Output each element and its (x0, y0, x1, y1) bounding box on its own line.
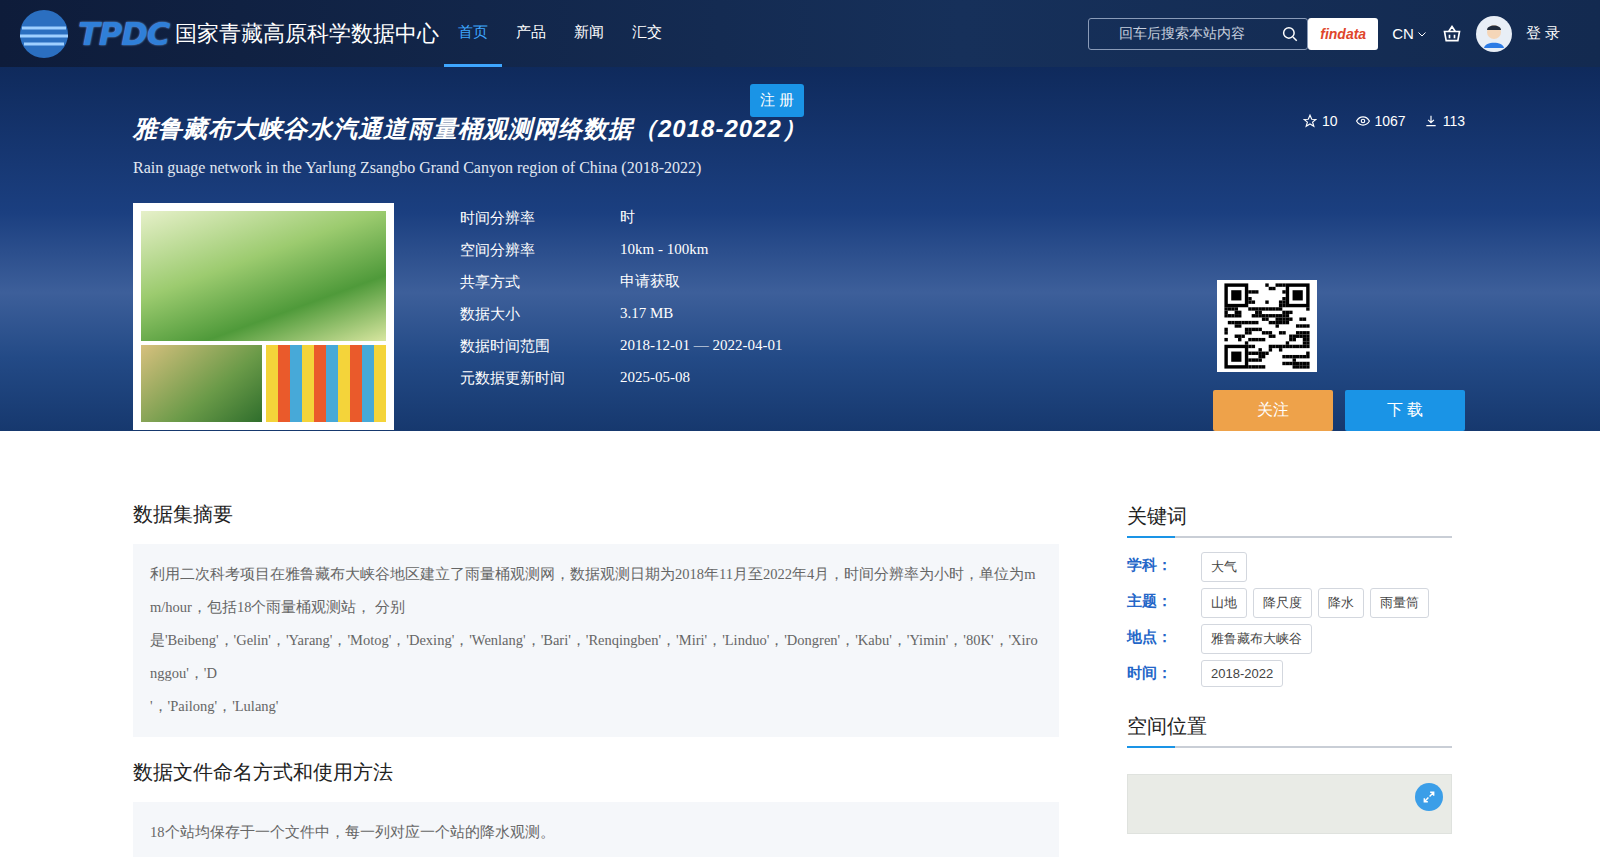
findata-button[interactable]: findata (1308, 18, 1378, 50)
keyword-tag[interactable]: 山地 (1201, 588, 1247, 618)
keyword-tag[interactable]: 大气 (1201, 552, 1247, 582)
paragraph: '，'Pailong'，'Lulang' (150, 690, 1042, 723)
keyword-row: 地点： 雅鲁藏布大峡谷 (1127, 624, 1452, 654)
logo-name: 国家青藏高原科学数据中心 (175, 19, 439, 49)
stat: 113 (1424, 113, 1465, 129)
download-icon (1424, 114, 1438, 128)
keywords-title: 关键词 (1127, 503, 1452, 538)
expand-button[interactable] (1415, 783, 1443, 811)
keyword-label: 主题： (1127, 588, 1193, 611)
info-label: 数据时间范围 (460, 335, 620, 356)
location-map[interactable] (1127, 774, 1452, 834)
follow-button[interactable]: 关注 (1213, 390, 1333, 431)
info-value: 2018-12-01 — 2022-04-01 (620, 335, 782, 356)
info-value: 申请获取 (620, 271, 782, 292)
info-label: 元数据更新时间 (460, 367, 620, 388)
language-switch[interactable]: CN (1392, 25, 1428, 42)
qr-code-icon (1217, 280, 1317, 372)
info-table: 时间分辨率时空间分辨率10km - 100km共享方式申请获取数据大小3.17 … (460, 203, 782, 430)
expand-icon (1422, 790, 1436, 804)
dataset-subtitle: Rain guage network in the Yarlung Zsangb… (133, 159, 1185, 177)
keyword-row: 主题： 山地降尺度降水雨量筒 (1127, 588, 1452, 618)
keyword-tag[interactable]: 雅鲁藏布大峡谷 (1201, 624, 1312, 654)
info-value: 3.17 MB (620, 303, 782, 324)
info-label: 空间分辨率 (460, 239, 620, 260)
content-section: 数据文件命名方式和使用方法 18个站均保存于一个文件中，每一列对应一个站的降水观测… (133, 759, 1059, 857)
nav-item[interactable]: 汇交 (618, 0, 676, 67)
register-button[interactable]: 注 册 (750, 84, 804, 117)
stat: 1067 (1356, 113, 1406, 129)
keyword-tag[interactable]: 降尺度 (1253, 588, 1312, 618)
stat: 10 (1303, 113, 1338, 129)
download-button[interactable]: 下 载 (1345, 390, 1465, 431)
section-body: 利用二次科考项目在雅鲁藏布大峡谷地区建立了雨量桶观测网，数据观测日期为2018年… (133, 544, 1059, 737)
info-label: 数据大小 (460, 303, 620, 324)
keyword-label: 时间： (1127, 660, 1193, 683)
keyword-row: 时间： 2018-2022 (1127, 660, 1452, 687)
nav-item[interactable]: 首页 (444, 0, 502, 67)
section-title: 数据集摘要 (133, 501, 1059, 528)
paragraph: 利用二次科考项目在雅鲁藏布大峡谷地区建立了雨量桶观测网，数据观测日期为2018年… (150, 558, 1042, 624)
user-icon (1480, 20, 1508, 48)
nav-item[interactable]: 新闻 (560, 0, 618, 67)
eye-icon (1356, 114, 1370, 128)
search-field[interactable]: 回车后搜索本站内容 (1088, 18, 1308, 50)
section-body: 18个站均保存于一个文件中，每一列对应一个站的降水观测。 (133, 802, 1059, 857)
section-title: 数据文件命名方式和使用方法 (133, 759, 1059, 786)
space-title: 空间位置 (1127, 713, 1452, 748)
keyword-label: 学科： (1127, 552, 1193, 575)
stats: 10 1067 113 (1303, 113, 1465, 129)
keyword-label: 地点： (1127, 624, 1193, 647)
info-label: 时间分辨率 (460, 207, 620, 228)
info-value: 2025-05-08 (620, 367, 782, 388)
nav-item[interactable]: 产品 (502, 0, 560, 67)
logo-mark: TPDC (78, 15, 169, 53)
top-bar: TPDC国家青藏高原科学数据中心首页产品新闻汇交 回车后搜索本站内容findata… (0, 0, 1600, 67)
info-label: 共享方式 (460, 271, 620, 292)
star-icon (1303, 114, 1317, 128)
search-icon[interactable] (1281, 25, 1299, 43)
info-value: 10km - 100km (620, 239, 782, 260)
logo[interactable]: TPDC国家青藏高原科学数据中心 (16, 6, 444, 62)
dataset-thumbnail[interactable] (133, 203, 394, 430)
dataset-hero: 注 册雅鲁藏布大峡谷水汽通道雨量桶观测网络数据（2018-2022） Rain g… (0, 67, 1600, 431)
login-link[interactable]: 登 录 (1526, 24, 1560, 43)
keyword-tag[interactable]: 降水 (1318, 588, 1364, 618)
keyword-tag[interactable]: 雨量筒 (1370, 588, 1429, 618)
basket-icon[interactable] (1442, 24, 1462, 44)
keyword-tag[interactable]: 2018-2022 (1201, 660, 1283, 687)
chevron-down-icon (1416, 28, 1428, 40)
content-section: 数据集摘要利用二次科考项目在雅鲁藏布大峡谷地区建立了雨量桶观测网，数据观测日期为… (133, 501, 1059, 737)
info-value: 时 (620, 207, 782, 228)
keyword-row: 学科： 大气 (1127, 552, 1452, 582)
page: TPDC国家青藏高原科学数据中心首页产品新闻汇交 回车后搜索本站内容findata… (0, 0, 1600, 857)
globe-icon (16, 6, 72, 62)
avatar[interactable] (1476, 16, 1512, 52)
paragraph: 18个站均保存于一个文件中，每一列对应一个站的降水观测。 (150, 816, 1042, 849)
main-nav: 首页产品新闻汇交 (444, 0, 676, 67)
dataset-title: 雅鲁藏布大峡谷水汽通道雨量桶观测网络数据（2018-2022） (133, 113, 1185, 145)
paragraph: 是'Beibeng'，'Gelin'，'Yarang'，'Motog'，'Dex… (150, 624, 1042, 690)
